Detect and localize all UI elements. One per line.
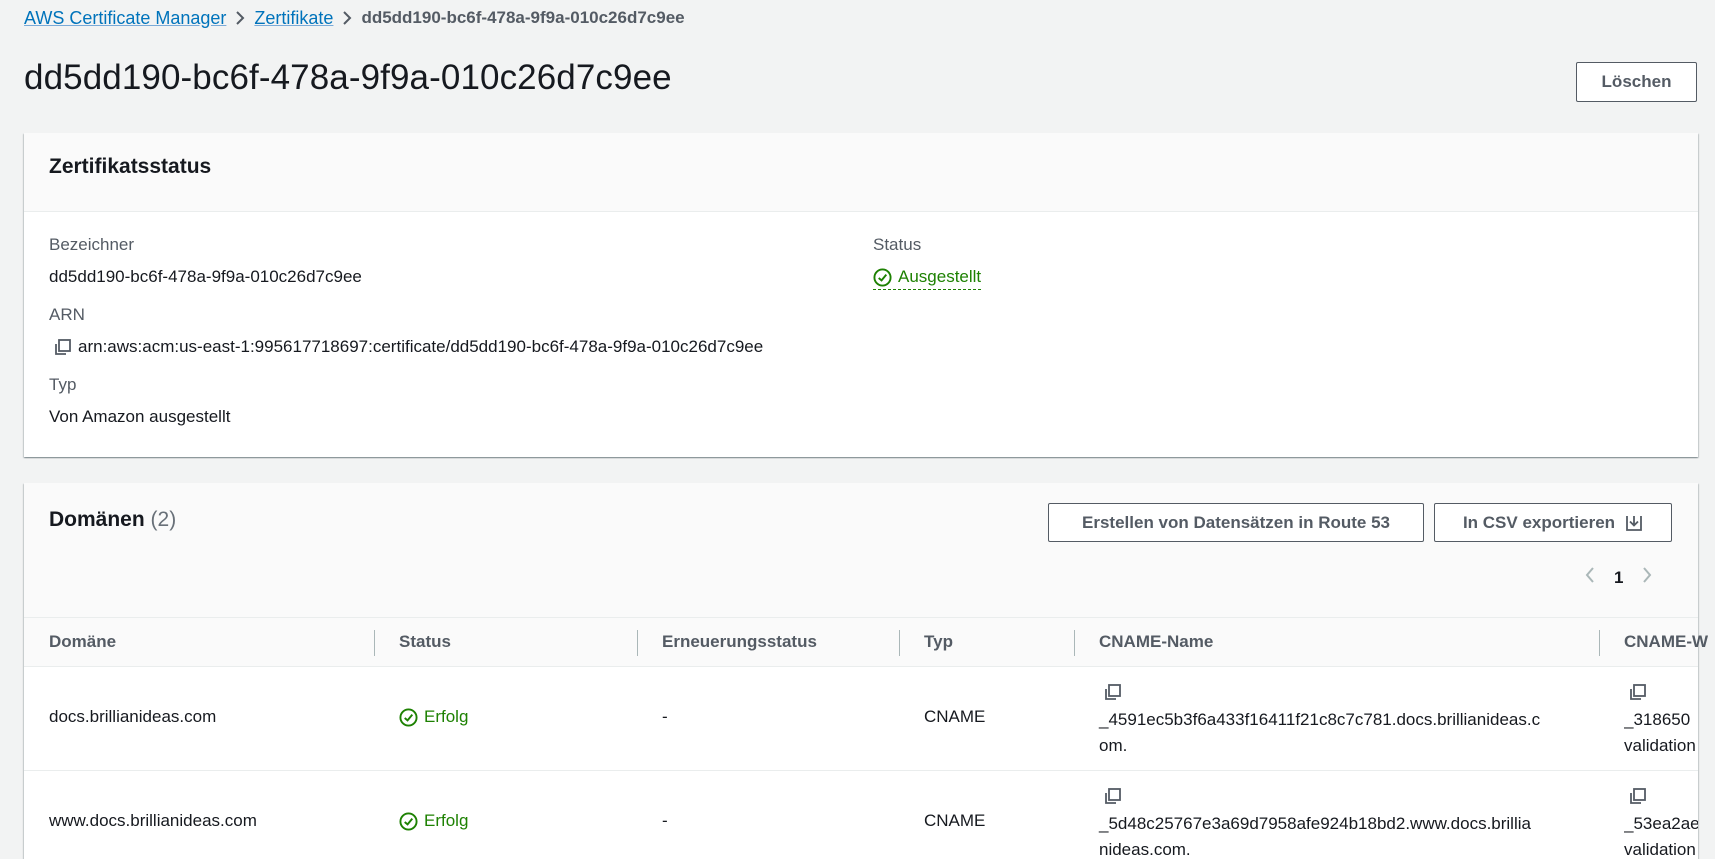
cname-name-line: om. — [1099, 736, 1128, 755]
cname-value-line: validation — [1624, 840, 1696, 859]
chevron-right-icon[interactable] — [1641, 565, 1653, 590]
table-header: Domäne Status Erneuerungsstatus Typ CNAM… — [24, 617, 1708, 667]
type-cell: CNAME — [924, 811, 986, 830]
copy-icon[interactable] — [1104, 683, 1122, 701]
status-label: Status — [873, 235, 922, 254]
copy-icon[interactable] — [1104, 787, 1122, 805]
delete-button[interactable]: Löschen — [1576, 62, 1697, 102]
domains-count: (2) — [150, 508, 177, 531]
cname-value-cell: _53ea2ae validation — [1624, 811, 1698, 859]
arn-row: arn:aws:acm:us-east-1:995617718697:certi… — [54, 337, 763, 357]
cname-value-line: _318650 — [1624, 710, 1691, 729]
renewal-status-cell: - — [662, 707, 668, 726]
table-row: docs.brillianideas.com Erfolg - CNAME _4… — [24, 667, 1698, 771]
cname-name-line: nideas.com. — [1099, 840, 1191, 859]
download-icon — [1626, 515, 1642, 531]
column-resizer[interactable] — [1074, 630, 1075, 656]
export-csv-button[interactable]: In CSV exportieren — [1434, 503, 1672, 542]
type-label: Typ — [49, 375, 77, 394]
domains-title: Domänen (2) — [49, 508, 176, 532]
cname-value-line: _53ea2ae — [1624, 814, 1698, 833]
column-header-type[interactable]: Typ — [924, 632, 953, 652]
column-resizer[interactable] — [637, 630, 638, 656]
column-resizer[interactable] — [1599, 630, 1600, 656]
breadcrumb-link-acm[interactable]: AWS Certificate Manager — [24, 8, 226, 29]
cname-name-cell: _4591ec5b3f6a433f16411f21c8c7c781.docs.b… — [1099, 707, 1540, 759]
chevron-right-icon — [333, 10, 361, 26]
arn-value: arn:aws:acm:us-east-1:995617718697:certi… — [78, 337, 764, 356]
panel-header: Zertifikatsstatus — [24, 133, 1698, 212]
chevron-right-icon — [226, 10, 254, 26]
panel-title: Zertifikatsstatus — [49, 155, 212, 178]
column-header-domain[interactable]: Domäne — [49, 632, 116, 652]
chevron-left-icon[interactable] — [1584, 565, 1596, 590]
domain-cell: docs.brillianideas.com — [49, 707, 217, 726]
status-text: Ausgestellt — [898, 267, 982, 286]
status-text: Erfolg — [424, 811, 469, 830]
column-resizer[interactable] — [374, 630, 375, 656]
identifier-value: dd5dd190-bc6f-478a-9f9a-010c26d7c9ee — [49, 267, 362, 286]
page: AWS Certificate Manager Zertifikate dd5d… — [0, 0, 1715, 859]
cname-value-line: validation — [1624, 736, 1696, 755]
arn-label: ARN — [49, 305, 85, 324]
pagination: 1 — [1584, 565, 1653, 590]
create-route53-records-button[interactable]: Erstellen von Datensätzen in Route 53 — [1048, 503, 1424, 542]
breadcrumb-current: dd5dd190-bc6f-478a-9f9a-010c26d7c9ee — [361, 8, 685, 27]
copy-icon[interactable] — [1629, 683, 1647, 701]
column-resizer[interactable] — [899, 630, 900, 656]
column-header-status[interactable]: Status — [399, 632, 451, 652]
page-title: dd5dd190-bc6f-478a-9f9a-010c26d7c9ee — [24, 58, 672, 97]
domains-panel: Domänen (2) Erstellen von Datensätzen in… — [24, 483, 1708, 859]
type-cell: CNAME — [924, 707, 986, 726]
cname-value-cell: _318650 validation — [1624, 707, 1698, 759]
column-header-cname-value[interactable]: CNAME-W — [1624, 632, 1708, 652]
cname-name-line: _5d48c25767e3a69d7958afe924b18bd2.www.do… — [1099, 814, 1531, 833]
column-header-renewal[interactable]: Erneuerungsstatus — [662, 632, 817, 652]
cname-name-cell: _5d48c25767e3a69d7958afe924b18bd2.www.do… — [1099, 811, 1531, 859]
panel-header: Domänen (2) Erstellen von Datensätzen in… — [24, 483, 1698, 617]
identifier-label: Bezeichner — [49, 235, 135, 254]
check-circle-icon — [399, 707, 418, 727]
copy-icon[interactable] — [54, 338, 72, 356]
cname-name-line: _4591ec5b3f6a433f16411f21c8c7c781.docs.b… — [1099, 710, 1541, 729]
check-circle-icon — [399, 811, 418, 831]
certificate-status-panel: Zertifikatsstatus Bezeichner dd5dd190-bc… — [24, 133, 1698, 457]
column-header-cname-name[interactable]: CNAME-Name — [1099, 632, 1213, 652]
page-number[interactable]: 1 — [1614, 568, 1623, 588]
breadcrumb-link-certificates[interactable]: Zertifikate — [254, 8, 333, 29]
domain-cell: www.docs.brillianideas.com — [49, 811, 257, 830]
status-value[interactable]: Ausgestellt — [873, 267, 982, 292]
domains-title-text: Domänen — [49, 508, 145, 531]
table-row: www.docs.brillianideas.com Erfolg - CNAM… — [24, 771, 1698, 859]
status-text: Erfolg — [424, 707, 469, 726]
check-circle-icon — [873, 267, 892, 287]
status-cell: Erfolg — [399, 707, 468, 732]
breadcrumb: AWS Certificate Manager Zertifikate dd5d… — [24, 6, 685, 30]
type-value: Von Amazon ausgestellt — [49, 407, 231, 426]
copy-icon[interactable] — [1629, 787, 1647, 805]
status-cell: Erfolg — [399, 811, 468, 836]
export-csv-label: In CSV exportieren — [1462, 512, 1616, 532]
renewal-status-cell: - — [662, 811, 668, 830]
